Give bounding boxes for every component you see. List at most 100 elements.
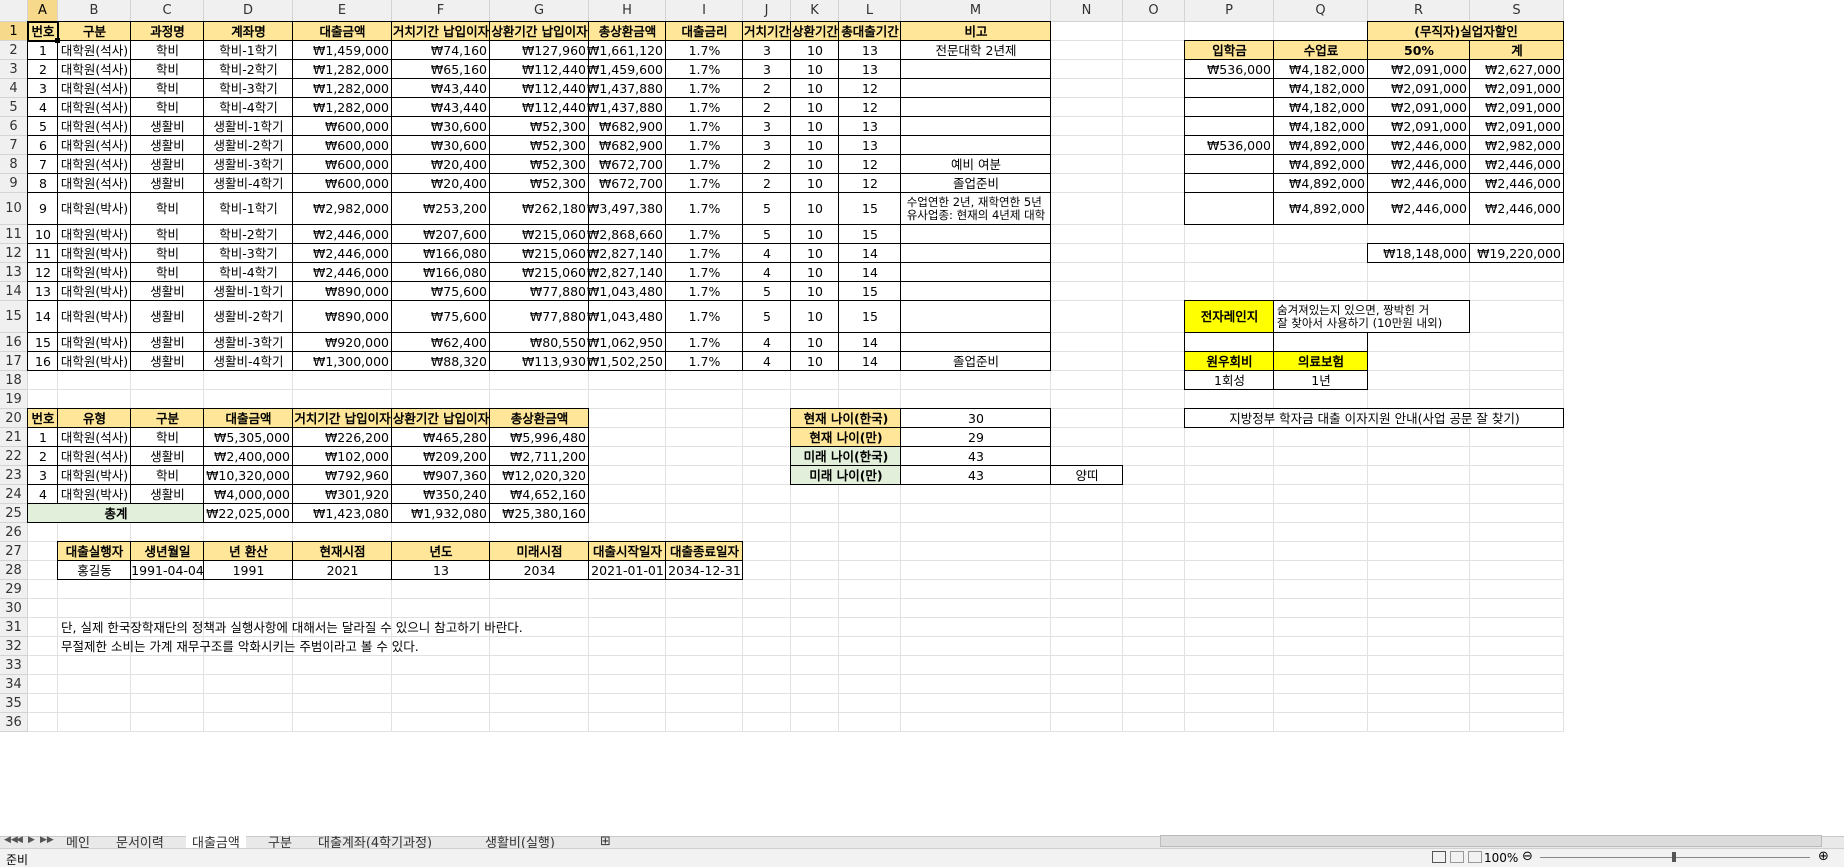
view-page-layout-icon[interactable]	[1450, 851, 1464, 863]
cell-b3[interactable]: 대학원(석사)	[58, 60, 131, 79]
cell-l12[interactable]: 14	[839, 244, 901, 263]
cell-c5[interactable]: 학비	[131, 98, 204, 117]
cell-f10[interactable]: ₩253,200	[392, 193, 490, 225]
cell-a15[interactable]: 14	[28, 301, 58, 333]
row-header-6[interactable]: 6	[0, 117, 28, 136]
cell-l17[interactable]: 14	[839, 352, 901, 371]
cell-d27[interactable]: 년 환산	[204, 542, 293, 561]
cell-e6[interactable]: ₩600,000	[293, 117, 392, 136]
cell-m1[interactable]: 비고	[901, 22, 1051, 41]
cell-h7[interactable]: ₩682,900	[589, 136, 666, 155]
cell-b20[interactable]: 유형	[58, 409, 131, 428]
cell-k11[interactable]: 10	[791, 225, 839, 244]
cell-p3[interactable]: ₩536,000	[1185, 60, 1274, 79]
cell-r2[interactable]: 50%	[1368, 41, 1470, 60]
cell-c17[interactable]: 생활비	[131, 352, 204, 371]
cell-a23[interactable]: 3	[28, 466, 58, 485]
cell-d5[interactable]: 학비-4학기	[204, 98, 293, 117]
cell-c14[interactable]: 생활비	[131, 282, 204, 301]
cell-b8[interactable]: 대학원(석사)	[58, 155, 131, 174]
row-header-19[interactable]: 19	[0, 390, 28, 409]
sheet-tab[interactable]: 메인	[60, 833, 96, 851]
cell-s10[interactable]: ₩2,446,000	[1470, 193, 1564, 225]
row-header-11[interactable]: 11	[0, 225, 28, 244]
cell-a3[interactable]: 2	[28, 60, 58, 79]
sheet-tab[interactable]: 생활비(실행)	[479, 833, 561, 851]
cell-i7[interactable]: 1.7%	[666, 136, 743, 155]
cell-f5[interactable]: ₩43,440	[392, 98, 490, 117]
cell-e13[interactable]: ₩2,446,000	[293, 263, 392, 282]
cell-r8[interactable]: ₩2,446,000	[1368, 155, 1470, 174]
cell-h1[interactable]: 총상환금액	[589, 22, 666, 41]
cell-s2[interactable]: 계	[1470, 41, 1564, 60]
cell-f3[interactable]: ₩65,160	[392, 60, 490, 79]
row-header-17[interactable]: 17	[0, 352, 28, 371]
cell-m8[interactable]: 예비 여분	[901, 155, 1051, 174]
cell-i3[interactable]: 1.7%	[666, 60, 743, 79]
cell-f11[interactable]: ₩207,600	[392, 225, 490, 244]
cell-l13[interactable]: 14	[839, 263, 901, 282]
cell-k21[interactable]: 현재 나이(만)	[791, 428, 901, 447]
cell-h27[interactable]: 대출시작일자	[589, 542, 666, 561]
cell-g28[interactable]: 2034	[490, 561, 589, 580]
cell-g2[interactable]: ₩127,960	[490, 41, 589, 60]
cell-i10[interactable]: 1.7%	[666, 193, 743, 225]
cell-g23[interactable]: ₩12,020,320	[490, 466, 589, 485]
cell-c6[interactable]: 생활비	[131, 117, 204, 136]
cell-d8[interactable]: 생활비-3학기	[204, 155, 293, 174]
select-all-corner[interactable]	[0, 0, 28, 22]
cell-f23[interactable]: ₩907,360	[392, 466, 490, 485]
cell-d11[interactable]: 학비-2학기	[204, 225, 293, 244]
cell-e23[interactable]: ₩792,960	[293, 466, 392, 485]
cell-f14[interactable]: ₩75,600	[392, 282, 490, 301]
row-header-35[interactable]: 35	[0, 694, 28, 713]
cell-k1[interactable]: 상환기간	[791, 22, 839, 41]
view-page-break-icon[interactable]	[1468, 851, 1482, 863]
view-normal-icon[interactable]	[1432, 851, 1446, 863]
column-header-h[interactable]: H	[589, 0, 666, 22]
cell-k17[interactable]: 10	[791, 352, 839, 371]
cell-c28[interactable]: 1991-04-04	[131, 561, 204, 580]
cell-e5[interactable]: ₩1,282,000	[293, 98, 392, 117]
cell-k14[interactable]: 10	[791, 282, 839, 301]
cell-f22[interactable]: ₩209,200	[392, 447, 490, 466]
cell-d9[interactable]: 생활비-4학기	[204, 174, 293, 193]
cell-e25[interactable]: ₩1,423,080	[293, 504, 392, 523]
cell-l2[interactable]: 13	[839, 41, 901, 60]
cell-k10[interactable]: 10	[791, 193, 839, 225]
cell-f1[interactable]: 거치기간 납입이자	[392, 22, 490, 41]
cell-h10[interactable]: ₩3,497,380	[587, 193, 666, 225]
cell-j4[interactable]: 2	[743, 79, 791, 98]
column-header-b[interactable]: B	[58, 0, 131, 22]
zoom-level[interactable]: 100%	[1484, 851, 1518, 865]
tab-nav-icon[interactable]: ▶	[28, 835, 35, 845]
cell-g16[interactable]: ₩80,550	[490, 333, 589, 352]
cell-r10[interactable]: ₩2,446,000	[1368, 193, 1470, 225]
cell-d22[interactable]: ₩2,400,000	[204, 447, 293, 466]
cell-i28[interactable]: 2034-12-31	[666, 561, 743, 580]
column-header-c[interactable]: C	[131, 0, 204, 22]
cell-l4[interactable]: 12	[839, 79, 901, 98]
cell-d24[interactable]: ₩4,000,000	[204, 485, 293, 504]
row-header-16[interactable]: 16	[0, 333, 28, 352]
cell-a11[interactable]: 10	[28, 225, 58, 244]
cell-k3[interactable]: 10	[791, 60, 839, 79]
cell-g15[interactable]: ₩77,880	[490, 301, 589, 333]
row-header-4[interactable]: 4	[0, 79, 28, 98]
row-header-5[interactable]: 5	[0, 98, 28, 117]
cell-k12[interactable]: 10	[791, 244, 839, 263]
cell-d14[interactable]: 생활비-1학기	[204, 282, 293, 301]
row-header-14[interactable]: 14	[0, 282, 28, 301]
column-header-o[interactable]: O	[1123, 0, 1185, 22]
cell-j5[interactable]: 2	[743, 98, 791, 117]
row-header-9[interactable]: 9	[0, 174, 28, 193]
cell-b2[interactable]: 대학원(석사)	[58, 41, 131, 60]
cell-e7[interactable]: ₩600,000	[293, 136, 392, 155]
cell-d6[interactable]: 생활비-1학기	[204, 117, 293, 136]
cell-q5[interactable]: ₩4,182,000	[1274, 98, 1368, 117]
cell-k13[interactable]: 10	[791, 263, 839, 282]
cell-c22[interactable]: 생활비	[131, 447, 204, 466]
cell-g7[interactable]: ₩52,300	[490, 136, 589, 155]
cell-e28[interactable]: 2021	[293, 561, 392, 580]
cell-r9[interactable]: ₩2,446,000	[1368, 174, 1470, 193]
